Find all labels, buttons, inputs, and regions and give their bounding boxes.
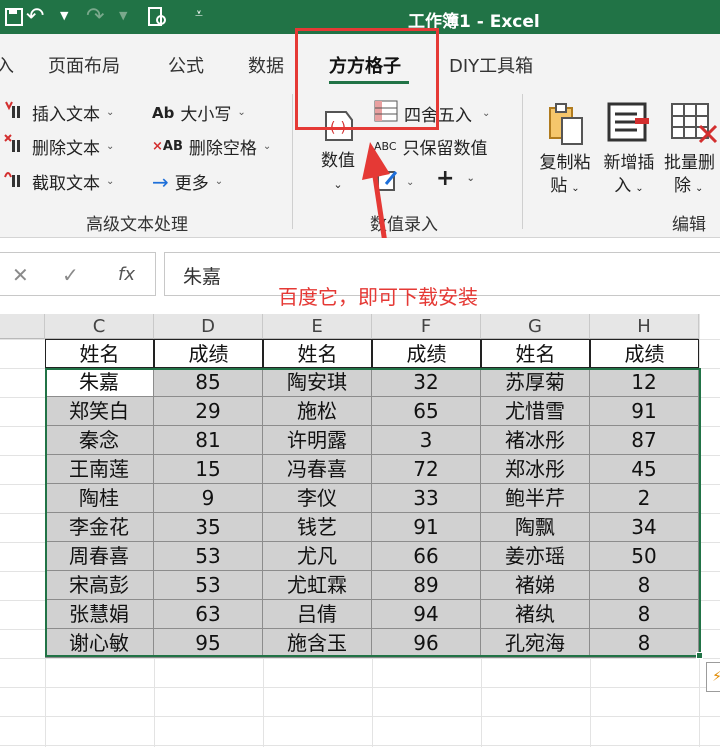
delete-text-icon	[4, 134, 26, 159]
delete-spaces-icon: ×AB	[152, 139, 183, 154]
group-separator	[522, 94, 523, 229]
chevron-down-icon: ⌄	[482, 108, 491, 119]
group-separator	[292, 94, 293, 229]
customize-qat-icon[interactable]: ⩡	[195, 6, 203, 22]
table-header-cell[interactable]: 成绩	[590, 339, 699, 368]
case-icon: Ab	[152, 103, 175, 122]
chevron-down-icon: ⌄	[214, 176, 224, 187]
table-header-cell[interactable]: 姓名	[263, 339, 372, 368]
formula-value: 朱嘉	[183, 266, 222, 288]
insert-rows-icon	[607, 102, 651, 148]
undo-dropdown-icon[interactable]: ▼	[60, 9, 68, 22]
plus-icon: +	[436, 166, 455, 191]
redo-dropdown-icon[interactable]: ▼	[119, 9, 127, 22]
delete-table-icon	[670, 102, 718, 150]
spreadsheet-grid[interactable]: C D E F G H 姓名 成绩 姓名 成绩 姓名 成绩 朱嘉 85 陶安琪 32 苏厚菊 12 郑笑白 29 施松 6…	[0, 314, 720, 747]
insert-text-icon	[4, 100, 26, 125]
extract-text-icon	[4, 169, 26, 194]
tab-diy-toolbox[interactable]: DIY工具箱	[449, 52, 533, 78]
column-header-h[interactable]: H	[590, 314, 699, 339]
insert-text-button[interactable]: 插入文本 ⌄	[4, 100, 114, 125]
table-header-cell[interactable]: 姓名	[481, 339, 590, 368]
chevron-down-icon: ⌄	[333, 178, 343, 191]
column-header-d[interactable]: D	[154, 314, 263, 339]
formula-controls: ✕ ✓ fx	[0, 252, 156, 296]
extract-text-button[interactable]: 截取文本 ⌄	[4, 169, 114, 194]
print-preview-icon[interactable]	[146, 3, 168, 31]
chevron-down-icon: ⌄	[106, 107, 115, 118]
more-button[interactable]: → 更多 ⌄	[152, 169, 224, 195]
chevron-down-icon: ⌄	[237, 107, 246, 118]
column-header-partial[interactable]	[0, 314, 45, 339]
case-button[interactable]: Ab 大小写 ⌄	[152, 100, 246, 126]
insert-function-icon[interactable]: fx	[118, 264, 135, 285]
annotation-text: 百度它，即可下载安装	[278, 285, 478, 309]
quick-analysis-icon[interactable]: ⚡	[706, 662, 720, 692]
batch-delete-button[interactable]: 批量删 除 ⌄	[662, 98, 720, 206]
tab-insert[interactable]: 入	[0, 52, 14, 78]
column-header-f[interactable]: F	[372, 314, 481, 339]
group-label-text: 高级文本处理	[86, 215, 188, 235]
delete-spaces-button[interactable]: ×AB 删除空格 ⌄	[152, 134, 271, 159]
clipboard-icon	[546, 102, 586, 150]
tab-formulas[interactable]: 公式	[168, 52, 204, 78]
table-header-cell[interactable]: 成绩	[154, 339, 263, 368]
new-insert-button[interactable]: 新增插 入 ⌄	[598, 98, 660, 206]
arrow-right-icon: →	[152, 169, 169, 194]
chevron-down-icon: ⌄	[106, 141, 115, 152]
cancel-icon[interactable]: ✕	[12, 263, 29, 287]
selection-border	[45, 368, 701, 657]
column-header-c[interactable]: C	[45, 314, 154, 339]
chevron-down-icon: ⌄	[106, 176, 115, 187]
save-icon[interactable]	[4, 3, 24, 31]
highlight-box	[295, 28, 439, 130]
redo-icon[interactable]: ↷	[86, 3, 104, 31]
tab-data[interactable]: 数据	[248, 52, 284, 78]
column-header-g[interactable]: G	[481, 314, 590, 339]
chevron-down-icon: ⌄	[635, 183, 644, 194]
table-header-cell[interactable]: 姓名	[45, 339, 154, 368]
chevron-down-icon: ⌄	[571, 183, 580, 194]
add-button[interactable]: + ⌄	[436, 166, 475, 191]
column-header-e[interactable]: E	[263, 314, 372, 339]
fill-handle[interactable]	[696, 652, 703, 659]
group-label-edit: 编辑	[672, 215, 706, 235]
chevron-down-icon: ⌄	[695, 183, 704, 194]
copy-paste-button[interactable]: 复制粘 贴 ⌄	[534, 98, 596, 206]
table-header-cell[interactable]: 成绩	[372, 339, 481, 368]
confirm-icon[interactable]: ✓	[62, 263, 79, 287]
chevron-down-icon: ⌄	[466, 173, 475, 184]
delete-text-button[interactable]: 删除文本 ⌄	[4, 134, 114, 159]
undo-icon[interactable]: ↶	[26, 3, 44, 31]
chevron-down-icon: ⌄	[262, 141, 272, 152]
tab-page-layout[interactable]: 页面布局	[48, 52, 120, 78]
